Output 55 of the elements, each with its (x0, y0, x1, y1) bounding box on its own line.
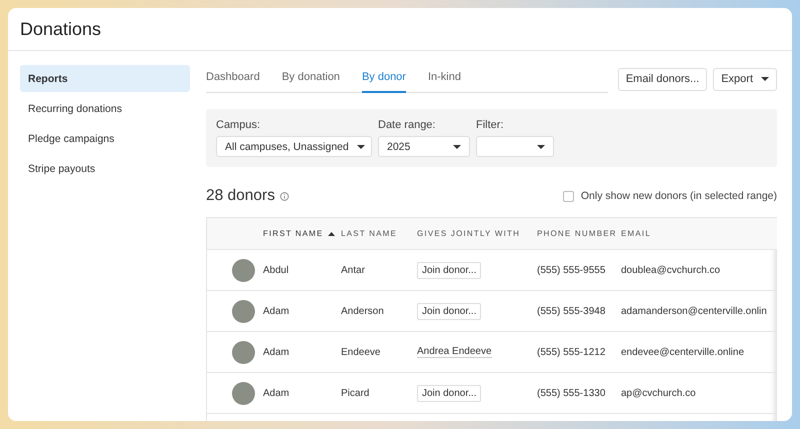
export-dropdown[interactable]: Export (713, 68, 777, 90)
caret-icon (537, 144, 545, 148)
sidebar-item[interactable]: Pledge campaigns (20, 125, 190, 152)
page-title: Donations (8, 8, 792, 51)
email-address: endevee@centerville.online (621, 346, 746, 358)
info-icon (280, 192, 289, 200)
column-header[interactable]: FIRST NAME (263, 229, 324, 238)
avatar (232, 340, 255, 364)
email-button[interactable]: Email donors... (618, 68, 708, 90)
phone-number: (555) 555-1330 (537, 388, 606, 398)
tab[interactable]: By donor (362, 65, 406, 93)
avatar (232, 382, 255, 404)
sidebar-item[interactable]: Reports (20, 65, 190, 92)
filter-label: Campus: (216, 119, 262, 131)
join-donor-button[interactable]: Join donor... (417, 302, 482, 320)
last-name: Antar (341, 264, 366, 276)
checkbox-label: Only show new donors (in selected range) (580, 190, 777, 202)
last-name: Endeeve (341, 346, 382, 358)
filter-select[interactable] (476, 136, 554, 157)
first-name: Adam (263, 346, 290, 358)
phone-number: (555) 555-1212 (537, 346, 606, 358)
filter-label: Filter: (476, 119, 504, 131)
avatar (232, 258, 255, 282)
checkbox[interactable] (562, 190, 574, 202)
column-header[interactable]: PHONE NUMBER (537, 229, 617, 238)
phone-number: (555) 555-3948 (537, 306, 606, 316)
caret-icon (453, 144, 461, 148)
email-address: ap@cvchurch.co (621, 388, 697, 398)
last-name: Picard (341, 388, 370, 398)
donor-count: 28 donors (206, 187, 275, 205)
tab[interactable]: In-kind (428, 65, 461, 93)
column-header[interactable]: LAST NAME (341, 229, 397, 238)
first-name: Adam (263, 388, 290, 398)
join-donor-button[interactable]: Join donor... (417, 384, 482, 402)
tab[interactable]: Dashboard (206, 65, 260, 93)
first-name: Adam (263, 306, 290, 316)
email-address: doublea@cvchurch.co (621, 264, 722, 276)
caret-icon (356, 144, 365, 148)
filter-label: Date range: (378, 119, 436, 131)
column-header[interactable]: GIVES JOINTLY WITH (417, 229, 520, 238)
last-name: Anderson (341, 306, 385, 316)
filter-select[interactable]: All campuses, Unassigned (216, 136, 372, 157)
sidebar-item[interactable]: Recurring donations (20, 95, 190, 122)
caret-icon (761, 77, 769, 81)
sidebar-item[interactable]: Stripe payouts (20, 155, 190, 182)
avatar (232, 300, 255, 322)
joint-donor-link[interactable]: Andrea Endeeve (417, 346, 492, 358)
column-header[interactable]: EMAIL (621, 229, 652, 238)
phone-number: (555) 555-9555 (537, 264, 606, 276)
sort-ascending-icon (328, 232, 336, 236)
first-name: Abdul (263, 264, 290, 276)
email-address: adamanderson@centerville.onlin (621, 306, 768, 316)
filter-select[interactable]: 2025 (378, 136, 470, 157)
tab[interactable]: By donation (282, 65, 340, 93)
join-donor-button[interactable]: Join donor... (417, 262, 482, 278)
